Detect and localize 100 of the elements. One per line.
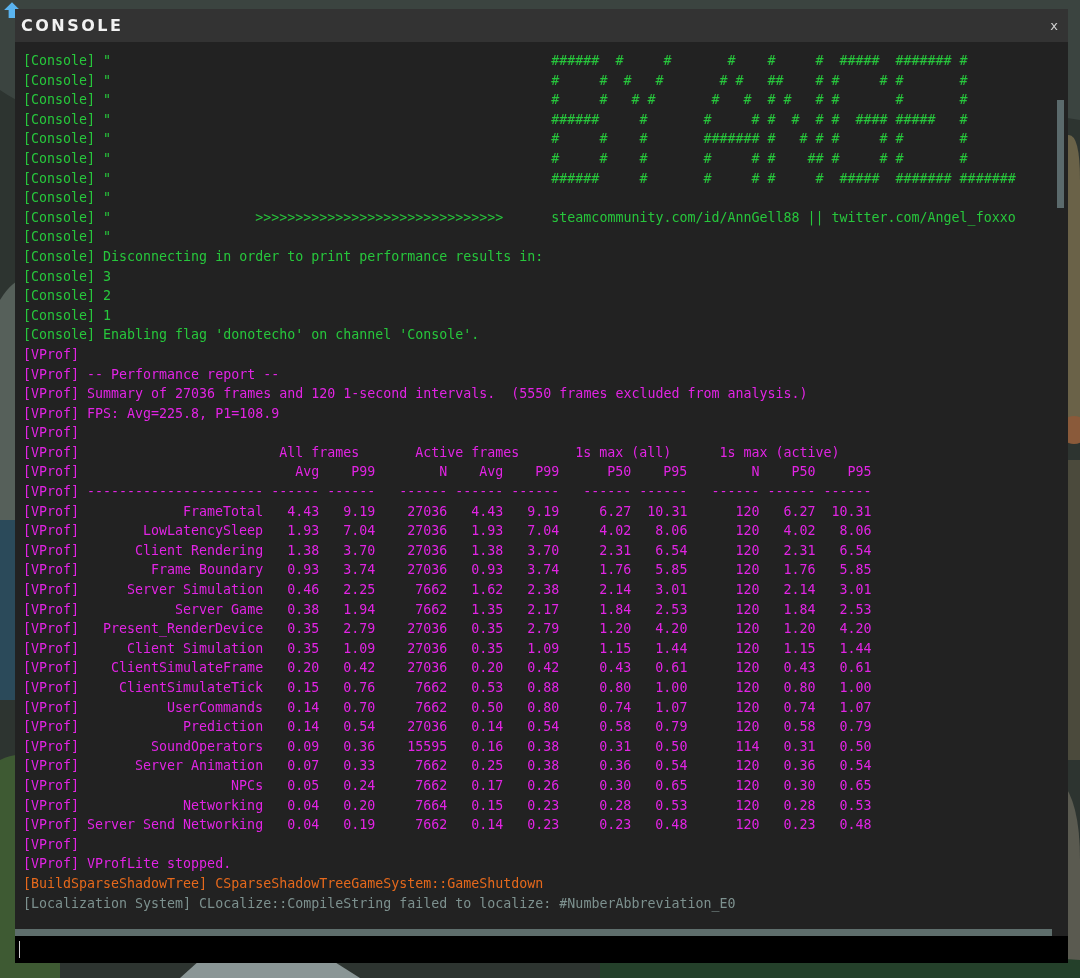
table-cell: 7.04	[527, 523, 560, 539]
table-cell: 3.70	[527, 542, 560, 558]
table-cell: 120	[735, 523, 760, 539]
log-line: [VProf] VProfLite stopped.	[23, 855, 232, 874]
scrollbar[interactable]	[1057, 100, 1064, 208]
row-name: SoundOperators	[151, 738, 264, 754]
log-line: [Console] Disconnecting in order to print performance results in:	[23, 247, 544, 266]
log-tag: [VProf]	[23, 521, 80, 541]
log-line: [VProf] FPS: Avg=225.8, P1=108.9	[23, 404, 280, 423]
table-cell: 0.76	[343, 680, 376, 695]
table-cell: 0.80	[599, 680, 632, 695]
table-cell: 0.31	[783, 738, 816, 754]
table-cell: 2.79	[343, 621, 376, 637]
table-cell: 5.85	[655, 562, 688, 578]
table-cell: 0.35	[287, 640, 320, 656]
table-cell: 1.00	[839, 680, 872, 695]
table-cell: P50	[607, 464, 632, 480]
log-line: [VProf] -- Performance report --	[23, 365, 280, 384]
table-cell: 0.70	[343, 699, 376, 715]
table-cell: 0.53	[471, 680, 504, 695]
table-cell: 0.58	[599, 719, 632, 735]
row-name: Networking	[183, 797, 264, 813]
table-cell: 1.35	[471, 601, 504, 617]
table-cell: 27036	[407, 621, 448, 637]
table-cell: 3.01	[655, 582, 688, 598]
table-cell: 0.31	[599, 738, 632, 754]
table-cell: 3.74	[527, 562, 560, 578]
log-line: [Console] "	[23, 169, 112, 188]
row-name: ClientSimulateTick	[119, 680, 264, 695]
log-line: [Localization System] CLocalize::CompileString failed to localize: #NumberAbbreviation_E0	[23, 894, 736, 914]
table-cell: 0.28	[599, 797, 632, 813]
table-cell: 7662	[415, 582, 448, 598]
log-line: [BuildSparseShadowTree] CSparseShadowTreeGameSystem::GameShutdown	[23, 874, 544, 893]
table-cell: 0.23	[599, 817, 632, 833]
log-line: [Console] "	[23, 52, 112, 70]
table-cell: 0.14	[287, 699, 320, 715]
table-cell: 9.19	[343, 503, 376, 519]
log-line: [VProf]	[23, 424, 80, 443]
row-name: Server Send Networking	[87, 817, 264, 833]
table-cell: 7662	[415, 601, 448, 617]
table-cell: 0.61	[839, 660, 872, 676]
log-tag: [VProf]	[23, 795, 80, 816]
table-cell: 0.09	[287, 738, 320, 754]
log-line: [Console] "	[23, 228, 112, 247]
log-line: [Console] "	[23, 130, 112, 149]
log-line: [VProf]	[23, 835, 80, 854]
ascii-art-line: ###### # # # # # ##### ####### #	[551, 52, 968, 70]
column-group-header: All frames	[279, 444, 360, 460]
table-cell: 0.65	[655, 777, 688, 793]
table-cell: 0.54	[655, 758, 688, 774]
table-cell: 0.33	[343, 758, 376, 774]
table-cell: ------	[455, 484, 504, 500]
table-cell: 0.48	[655, 817, 688, 833]
table-cell: 27036	[407, 660, 448, 676]
table-cell: 2.79	[527, 621, 560, 637]
table-cell: 0.14	[287, 719, 320, 735]
table-cell: 0.05	[287, 777, 320, 793]
table-cell: N	[439, 464, 448, 480]
table-cell: 0.16	[471, 738, 504, 754]
table-cell: 0.79	[839, 719, 872, 735]
table-cell: 7662	[415, 777, 448, 793]
log-tag: [VProf]	[23, 717, 80, 737]
table-cell: 0.46	[287, 582, 320, 598]
ascii-art-line: # # # # # # # # # # # #	[551, 91, 968, 110]
table-cell: 2.31	[599, 542, 632, 558]
table-cell: 120	[735, 817, 760, 833]
log-line: [Console] "	[23, 71, 112, 90]
table-cell: ------	[399, 484, 448, 500]
ascii-art-line: # # # # # # ## # # # #	[551, 149, 968, 168]
table-cell: P99	[351, 464, 376, 480]
table-cell: 0.20	[343, 797, 376, 813]
table-cell: 120	[735, 582, 760, 598]
table-cell: 4.02	[599, 523, 632, 539]
table-cell: 1.00	[655, 680, 688, 695]
log-line: [Console] "	[23, 208, 112, 227]
log-tag: [VProf]	[23, 560, 80, 581]
table-cell: 120	[735, 621, 760, 637]
table-cell: 120	[735, 719, 760, 735]
table-cell: 6.27	[599, 503, 632, 519]
table-cell: 3.74	[343, 562, 376, 578]
table-cell: 0.74	[599, 699, 632, 715]
table-cell: 6.54	[839, 542, 872, 558]
table-cell: 7662	[415, 680, 448, 695]
table-cell: 0.54	[839, 758, 872, 774]
table-cell: 0.17	[471, 777, 504, 793]
table-cell: 1.15	[599, 640, 632, 656]
table-cell: 1.62	[471, 582, 504, 598]
row-name: Present_RenderDevice	[103, 621, 264, 637]
table-cell: 27036	[407, 562, 448, 578]
table-cell: 0.20	[287, 660, 320, 676]
table-cell: 1.20	[599, 621, 632, 637]
table-cell: 0.93	[287, 562, 320, 578]
table-cell: 1.20	[783, 621, 816, 637]
table-cell: 120	[735, 601, 760, 617]
table-cell: 1.38	[471, 542, 504, 558]
table-cell: 0.50	[655, 738, 688, 754]
log-line: [Console] 2	[23, 287, 112, 306]
log-tag: [VProf]	[23, 442, 80, 463]
close-button[interactable]: x	[1046, 16, 1062, 35]
table-cell: Avg	[295, 464, 320, 480]
